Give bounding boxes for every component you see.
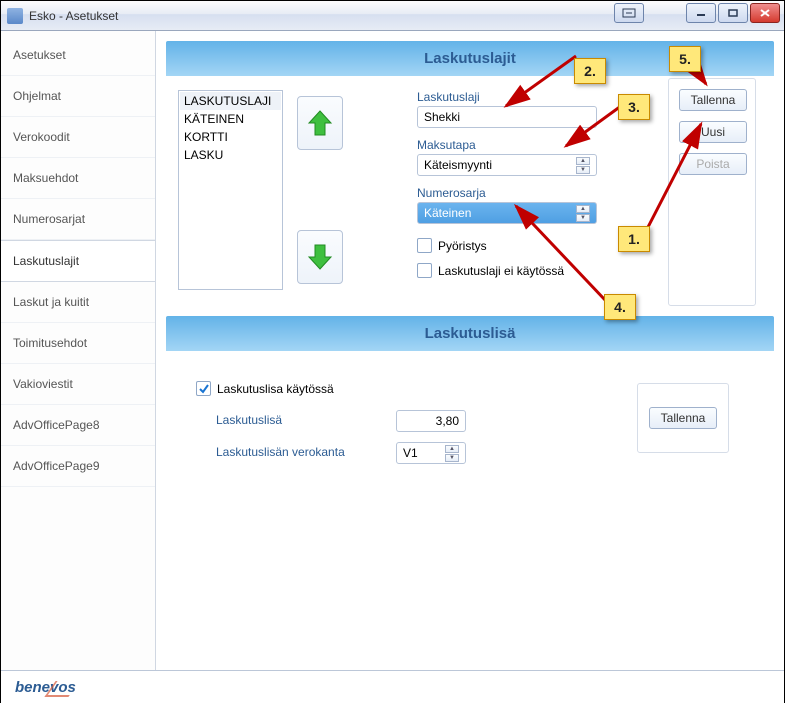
sidebar-item-numerosarjat[interactable]: Numerosarjat	[1, 199, 155, 240]
arrow-down-icon	[306, 242, 334, 272]
numerosarja-combo[interactable]: Käteinen ▲ ▼	[417, 202, 597, 224]
list-item[interactable]: KÄTEINEN	[180, 110, 281, 128]
annotation-2: 2.	[574, 58, 606, 84]
ei-kaytossa-checkbox[interactable]	[417, 263, 432, 278]
minimize-button[interactable]	[686, 3, 716, 23]
maksutapa-combo[interactable]: Käteismyynti ▲ ▼	[417, 154, 597, 176]
sidebar-item-laskut-ja-kuitit[interactable]: Laskut ja kuitit	[1, 282, 155, 323]
list-item[interactable]: LASKUTUSLAJI	[180, 92, 281, 110]
spinner-up-icon[interactable]: ▲	[576, 157, 590, 165]
combo-value: V1	[403, 446, 418, 460]
close-button[interactable]	[750, 3, 780, 23]
combo-spinner[interactable]: ▲ ▼	[576, 205, 590, 222]
spinner-down-icon[interactable]: ▼	[576, 214, 590, 222]
annotation-5: 5.	[669, 46, 701, 72]
verokanta-combo[interactable]: V1 ▲ ▼	[396, 442, 466, 464]
sidebar-item-label: AdvOfficePage8	[13, 418, 100, 432]
sidebar-item-toimitusehdot[interactable]: Toimitusehdot	[1, 323, 155, 364]
verokanta-label: Laskutuslisän verokanta	[216, 445, 376, 459]
laskutuslisa-enabled-label: Laskutuslisa käytössä	[217, 382, 334, 396]
sidebar-item-advofficepage9[interactable]: AdvOfficePage9	[1, 446, 155, 487]
laskutuslisa-label: Laskutuslisä	[216, 413, 376, 427]
sidebar-item-label: Vakioviestit	[13, 377, 73, 391]
combo-spinner[interactable]: ▲ ▼	[445, 445, 459, 462]
laskutuslisa-enabled-checkbox[interactable]	[196, 381, 211, 396]
sidebar-item-label: AdvOfficePage9	[13, 459, 100, 473]
list-item[interactable]: LASKU	[180, 146, 281, 164]
pyoristys-label: Pyöristys	[438, 239, 487, 253]
annotation-1: 1.	[618, 226, 650, 252]
uusi-button[interactable]: Uusi	[679, 121, 747, 143]
tallenna2-button[interactable]: Tallenna	[649, 407, 717, 429]
arrow-up-icon	[306, 108, 334, 138]
section2-body: Laskutuslisa käytössä Laskutuslisä 3,80 …	[166, 351, 774, 541]
section1-body: LASKUTUSLAJI KÄTEINEN KORTTI LASKU	[166, 76, 774, 316]
sidebar-item-label: Maksuehdot	[13, 171, 78, 185]
combo-spinner[interactable]: ▲ ▼	[576, 157, 590, 174]
app-icon	[7, 8, 23, 24]
window-titlebar: Esko - Asetukset	[1, 1, 784, 31]
move-up-button[interactable]	[297, 96, 343, 150]
poista-button[interactable]: Poista	[679, 153, 747, 175]
annotation-4: 4.	[604, 294, 636, 320]
sidebar-item-ohjelmat[interactable]: Ohjelmat	[1, 76, 155, 117]
section2-header: Laskutuslisä	[166, 316, 774, 351]
sidebar-item-maksuehdot[interactable]: Maksuehdot	[1, 158, 155, 199]
spinner-down-icon[interactable]: ▼	[445, 454, 459, 462]
laskutuslaji-input[interactable]: Shekki	[417, 106, 597, 128]
section2-button-group: Tallenna	[637, 383, 729, 453]
content-area: Laskutuslajit LASKUTUSLAJI KÄTEINEN KORT…	[156, 31, 784, 670]
spinner-down-icon[interactable]: ▼	[576, 166, 590, 174]
sidebar: Asetukset Ohjelmat Verokoodit Maksuehdot…	[1, 31, 156, 670]
sidebar-item-asetukset[interactable]: Asetukset	[1, 35, 155, 76]
sidebar-item-advofficepage8[interactable]: AdvOfficePage8	[1, 405, 155, 446]
sidebar-item-label: Asetukset	[13, 48, 66, 62]
sidebar-item-label: Verokoodit	[13, 130, 70, 144]
maksutapa-label: Maksutapa	[417, 138, 597, 152]
sidebar-item-laskutuslajit[interactable]: Laskutuslajit	[1, 240, 155, 282]
spinner-up-icon[interactable]: ▲	[576, 205, 590, 213]
tallenna-button[interactable]: Tallenna	[679, 89, 747, 111]
sidebar-item-label: Ohjelmat	[13, 89, 61, 103]
input-value: Shekki	[424, 110, 460, 124]
combo-value: Käteismyynti	[424, 158, 492, 172]
list-item[interactable]: KORTTI	[180, 128, 281, 146]
laskutuslaji-label: Laskutuslaji	[417, 90, 597, 104]
annotation-3: 3.	[618, 94, 650, 120]
sidebar-item-label: Numerosarjat	[13, 212, 85, 226]
sidebar-item-vakioviestit[interactable]: Vakioviestit	[1, 364, 155, 405]
detach-button[interactable]	[614, 3, 644, 23]
ei-kaytossa-label: Laskutuslaji ei käytössä	[438, 264, 564, 278]
laskutuslisa-input[interactable]: 3,80	[396, 410, 466, 432]
move-down-button[interactable]	[297, 230, 343, 284]
input-value: 3,80	[436, 414, 459, 428]
pyoristys-checkbox[interactable]	[417, 238, 432, 253]
sidebar-item-label: Toimitusehdot	[13, 336, 87, 350]
maximize-button[interactable]	[718, 3, 748, 23]
spinner-up-icon[interactable]: ▲	[445, 445, 459, 453]
sidebar-item-verokoodit[interactable]: Verokoodit	[1, 117, 155, 158]
brand-logo: benevos	[15, 679, 76, 696]
window-title: Esko - Asetukset	[29, 9, 118, 23]
combo-value: Käteinen	[424, 206, 471, 220]
sidebar-item-label: Laskutuslajit	[13, 254, 79, 268]
footer: benevos	[1, 670, 784, 704]
numerosarja-label: Numerosarja	[417, 186, 597, 200]
sidebar-item-label: Laskut ja kuitit	[13, 295, 89, 309]
laskutuslaji-listbox[interactable]: LASKUTUSLAJI KÄTEINEN KORTTI LASKU	[178, 90, 283, 290]
section1-button-group: Tallenna Uusi Poista	[668, 78, 756, 306]
